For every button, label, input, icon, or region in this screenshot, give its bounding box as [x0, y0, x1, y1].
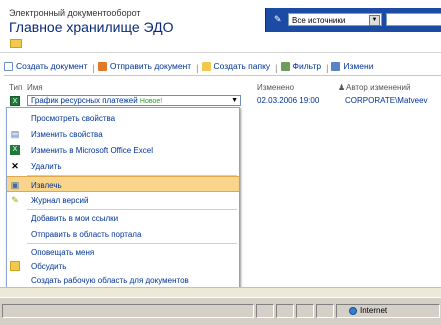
filter-label: Фильтр: [292, 61, 322, 71]
menu-item-view-properties[interactable]: Просмотреть свойства: [7, 110, 239, 126]
excel-icon: X: [10, 145, 20, 155]
menu-item-edit-in-excel[interactable]: X Изменить в Microsoft Office Excel: [7, 142, 239, 158]
version-history-icon: ✎: [11, 195, 19, 205]
column-name[interactable]: Имя: [27, 83, 43, 92]
discuss-icon: [10, 261, 20, 271]
filter-icon: [280, 61, 290, 71]
menu-item-version-history[interactable]: ✎ Журнал версий: [7, 192, 239, 208]
modified-date: 02.03.2006 19:00: [257, 96, 320, 105]
horizontal-scrollbar[interactable]: [0, 287, 441, 297]
site-header: Электронный документооборот Главное хран…: [0, 0, 441, 50]
new-folder-label: Создать папку: [213, 61, 271, 71]
author-sort-icon: ♟: [338, 83, 346, 92]
menu-item-send-to-portal[interactable]: Отправить в область портала: [7, 226, 239, 242]
edit-view-label: Измени: [343, 61, 374, 71]
new-folder-icon: [201, 61, 211, 71]
search-scope-select[interactable]: Все источники ▼: [288, 13, 382, 26]
delete-icon: ✕: [11, 161, 19, 171]
security-zone-label: Internet: [360, 306, 388, 315]
menu-item-checkout[interactable]: ▣ Извлечь: [7, 176, 239, 192]
upload-document-label: Отправить документ: [109, 61, 192, 71]
context-menu: Просмотреть свойства ▤ Изменить свойства…: [6, 107, 240, 290]
new-document-button[interactable]: Создать документ: [4, 58, 87, 74]
menu-item-edit-properties[interactable]: ▤ Изменить свойства: [7, 126, 239, 142]
search-bar: ✎ Все источники ▼: [265, 8, 441, 32]
new-folder-button[interactable]: Создать папку: [201, 58, 271, 74]
modified-by[interactable]: CORPORATE\Matveev: [345, 95, 428, 106]
internet-zone-icon: [349, 307, 357, 315]
divider: [0, 52, 441, 53]
menu-item-add-to-links[interactable]: Добавить в мои ссылки: [7, 210, 239, 226]
site-subtitle[interactable]: Электронный документооборот: [9, 8, 141, 18]
upload-document-button[interactable]: Отправить документ: [97, 58, 192, 74]
column-modified[interactable]: Изменено: [257, 83, 294, 92]
search-scope-value: Все источники: [292, 16, 346, 25]
new-badge: Новое!: [139, 98, 163, 105]
chevron-down-icon[interactable]: ▼: [231, 96, 238, 105]
document-name[interactable]: График ресурсных платежей: [31, 96, 138, 105]
excel-document-icon[interactable]: X: [10, 96, 20, 106]
site-title[interactable]: Главное хранилище ЭДО: [9, 19, 174, 35]
folder-icon[interactable]: [10, 39, 22, 48]
document-name-box[interactable]: График ресурсных платежей Новое! ▼: [27, 95, 241, 106]
search-scope-icon: ✎: [274, 14, 282, 24]
chevron-down-icon[interactable]: ▼: [369, 15, 380, 26]
column-headers: Тип Имя Изменено ♟ Автор изменений: [0, 83, 441, 95]
menu-item-create-workspace[interactable]: Создать рабочую область для документов: [7, 272, 239, 288]
search-input[interactable]: [386, 13, 441, 26]
toolbar: Создать документ | Отправить документ | …: [4, 58, 441, 76]
new-document-icon: [4, 61, 13, 71]
filter-button[interactable]: Фильтр: [280, 58, 322, 74]
menu-item-delete[interactable]: ✕ Удалить: [7, 158, 239, 174]
edit-view-button[interactable]: Измени: [331, 58, 373, 74]
upload-icon: [97, 61, 107, 71]
status-bar: Internet: [0, 297, 441, 325]
new-document-label: Создать документ: [16, 61, 88, 71]
edit-icon: [331, 61, 341, 71]
column-author[interactable]: Автор изменений: [346, 83, 410, 92]
column-type[interactable]: Тип: [9, 83, 22, 92]
checkout-icon: ▣: [10, 180, 20, 190]
edit-properties-icon: ▤: [10, 129, 20, 139]
